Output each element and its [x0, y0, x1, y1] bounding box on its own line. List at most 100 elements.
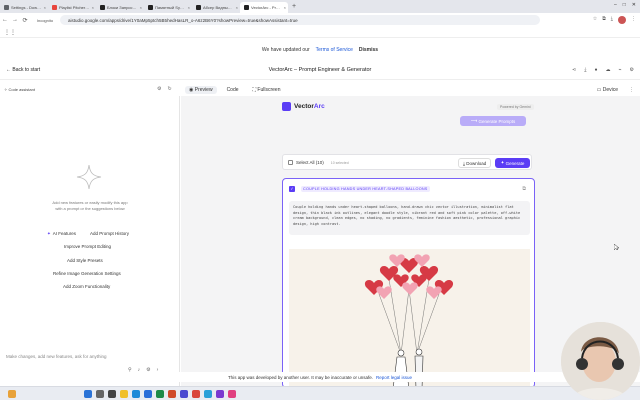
- app-icon[interactable]: [216, 390, 224, 398]
- browser-tab[interactable]: Абсер Видных Strategist | Goo×: [192, 2, 240, 13]
- task-view-icon[interactable]: [108, 390, 116, 398]
- extensions-icon[interactable]: ⧉: [602, 16, 606, 24]
- suggestion-ai-features[interactable]: ✦ AI Features: [44, 229, 79, 238]
- maximize-icon[interactable]: □: [623, 2, 626, 8]
- browser-tab[interactable]: Памятный Sync Assessing T×: [144, 2, 192, 13]
- suggestion-add-prompt-history[interactable]: Add Prompt History: [87, 229, 132, 238]
- word-icon[interactable]: [144, 390, 152, 398]
- github-icon[interactable]: ●: [594, 67, 597, 73]
- browser-tab[interactable]: Settings - Downloads×: [0, 2, 48, 13]
- tab-close-icon[interactable]: ×: [284, 5, 288, 10]
- chat-input[interactable]: Make changes, add new features, ask for …: [6, 354, 107, 359]
- terms-link[interactable]: Terms of Service: [316, 47, 353, 53]
- prompt-textarea[interactable]: Couple holding hands under heart-shaped …: [289, 201, 530, 235]
- suggestion-add-style-presets[interactable]: Add Style Presets: [64, 256, 106, 265]
- more-options-icon[interactable]: ⋮: [629, 87, 634, 93]
- generate-button[interactable]: ✦ Generate: [495, 158, 530, 168]
- report-legal-issue-link[interactable]: Report legal issue: [376, 375, 412, 380]
- download-button[interactable]: ⤓ Download: [458, 158, 492, 168]
- profile-avatar[interactable]: [618, 16, 626, 24]
- apps-grid-icon[interactable]: ⋮⋮: [4, 29, 16, 36]
- bookmarks-bar: ⋮⋮: [0, 27, 640, 38]
- new-tab-button[interactable]: +: [292, 3, 296, 10]
- card-checkbox[interactable]: ✓: [289, 186, 295, 192]
- tab-fullscreen[interactable]: ⛶ Fullscreen: [249, 86, 285, 94]
- browser-tab-strip: Settings - Downloads×Playlist Pitcher AI…: [0, 0, 640, 13]
- select-all[interactable]: Select All (10) 10 selected: [288, 160, 349, 165]
- app-icon[interactable]: [228, 390, 236, 398]
- powered-by-badge: Powered by Gemini: [497, 104, 534, 110]
- device-selector[interactable]: ▭ Device: [597, 87, 618, 93]
- page-title: VectorArc – Prompt Engineer & Generator: [268, 67, 372, 73]
- tab-favicon-icon: [52, 5, 57, 10]
- suggestion-improve-prompt-editing[interactable]: Improve Prompt Editing: [61, 242, 114, 251]
- tab-code[interactable]: Code: [223, 86, 243, 94]
- presenter-video: [561, 322, 640, 400]
- gear-icon[interactable]: ⚙: [157, 86, 161, 92]
- address-bar-row: ← → ⟳ Incognito aistudio.google.com/apps…: [0, 13, 640, 27]
- select-all-checkbox[interactable]: [288, 160, 293, 165]
- terms-banner: We have updated our Terms of Service Dis…: [0, 44, 640, 56]
- tab-preview[interactable]: ◉ Preview: [185, 86, 217, 94]
- suggestion-label: AI Features: [52, 231, 77, 236]
- chrome-icon[interactable]: [192, 390, 200, 398]
- tab-fullscreen-label: Fullscreen: [257, 87, 281, 93]
- browser-tab[interactable]: Блоки Запросы в Заметой но×: [96, 2, 144, 13]
- selected-count: 10 selected: [330, 160, 349, 165]
- generate-prompts-label: Generate Prompts: [478, 118, 516, 124]
- suggestion-refine-image-settings[interactable]: Refine Image Generation Settings: [50, 269, 124, 278]
- settings-icon[interactable]: ⚙: [630, 67, 634, 73]
- banner-text: We have updated our: [261, 47, 310, 53]
- developer-disclaimer: This app was developed by another user. …: [0, 372, 640, 382]
- excel-icon[interactable]: [156, 390, 164, 398]
- tab-favicon-icon: [4, 5, 9, 10]
- start-icon[interactable]: [84, 390, 92, 398]
- ai-sparkle-icon: ✦: [47, 230, 51, 236]
- download-icon[interactable]: ⤓: [611, 16, 613, 24]
- device-label: Device: [602, 87, 618, 93]
- history-icon[interactable]: ↻: [167, 86, 171, 92]
- search-icon[interactable]: [96, 390, 104, 398]
- tab-favicon-icon: [148, 5, 153, 10]
- reload-icon[interactable]: ⟳: [20, 17, 30, 24]
- edge-icon[interactable]: [132, 390, 140, 398]
- download-app-icon[interactable]: ⤓: [584, 67, 586, 73]
- generate-prompts-button[interactable]: ⟶ Generate Prompts: [460, 116, 526, 126]
- file-explorer-icon[interactable]: [120, 390, 128, 398]
- assistant-tools: ⚙ ↻: [157, 86, 172, 92]
- code-assistant-text: Code assistant: [8, 87, 35, 92]
- deploy-icon[interactable]: ☁: [606, 67, 611, 73]
- dismiss-button[interactable]: Dismiss: [359, 47, 378, 53]
- window-controls: – □ ✕: [614, 2, 636, 8]
- back-arrow-icon[interactable]: ←: [0, 17, 10, 23]
- close-window-icon[interactable]: ✕: [632, 2, 636, 8]
- browser-tab[interactable]: VectorArc - Prompt Engineer | G×: [240, 2, 288, 13]
- workspace-toolbar: ✧ Code assistant ⚙ ↻ ◉ Preview Code ⛶ Fu…: [0, 84, 640, 96]
- share-icon[interactable]: ⋖: [572, 67, 576, 73]
- app-header: ← Back to start VectorArc – Prompt Engin…: [0, 62, 640, 80]
- minimize-icon[interactable]: –: [614, 2, 617, 8]
- teams-icon[interactable]: [180, 390, 188, 398]
- forward-arrow-icon[interactable]: →: [10, 17, 20, 23]
- bookmark-star-icon[interactable]: ☆: [593, 16, 597, 24]
- copy-icon[interactable]: ⧉: [522, 186, 526, 192]
- url-input[interactable]: aistudio.google.com/apps/drive/1Y0aMp5pt…: [60, 15, 540, 25]
- brand-prefix: Vector: [294, 103, 314, 110]
- browser-menu-icon[interactable]: ⋮: [631, 16, 636, 24]
- sparkle-icon: [76, 164, 102, 190]
- code-assistant-label: ✧ Code assistant: [4, 87, 35, 92]
- tab-title: VectorArc - Prompt Engineer | G: [251, 5, 282, 10]
- assistant-hint: Add new features or easily modify this a…: [52, 200, 128, 211]
- tab-title: Памятный Sync Assessing T: [155, 5, 186, 10]
- link-icon[interactable]: ⌁: [619, 67, 622, 73]
- powerpoint-icon[interactable]: [168, 390, 176, 398]
- mouse-cursor-icon: [614, 244, 619, 250]
- weather-icon[interactable]: [8, 390, 16, 398]
- windows-taskbar: 16°C: [0, 386, 640, 400]
- suggestion-add-zoom[interactable]: Add Zoom Functionality: [60, 282, 113, 291]
- tab-preview-label: Preview: [194, 87, 213, 93]
- webcam-overlay: [561, 322, 640, 400]
- telegram-icon[interactable]: [204, 390, 212, 398]
- browser-tab[interactable]: Playlist Pitcher AI | Google AI S×: [48, 2, 96, 13]
- profile-chip[interactable]: Incognito: [30, 18, 60, 23]
